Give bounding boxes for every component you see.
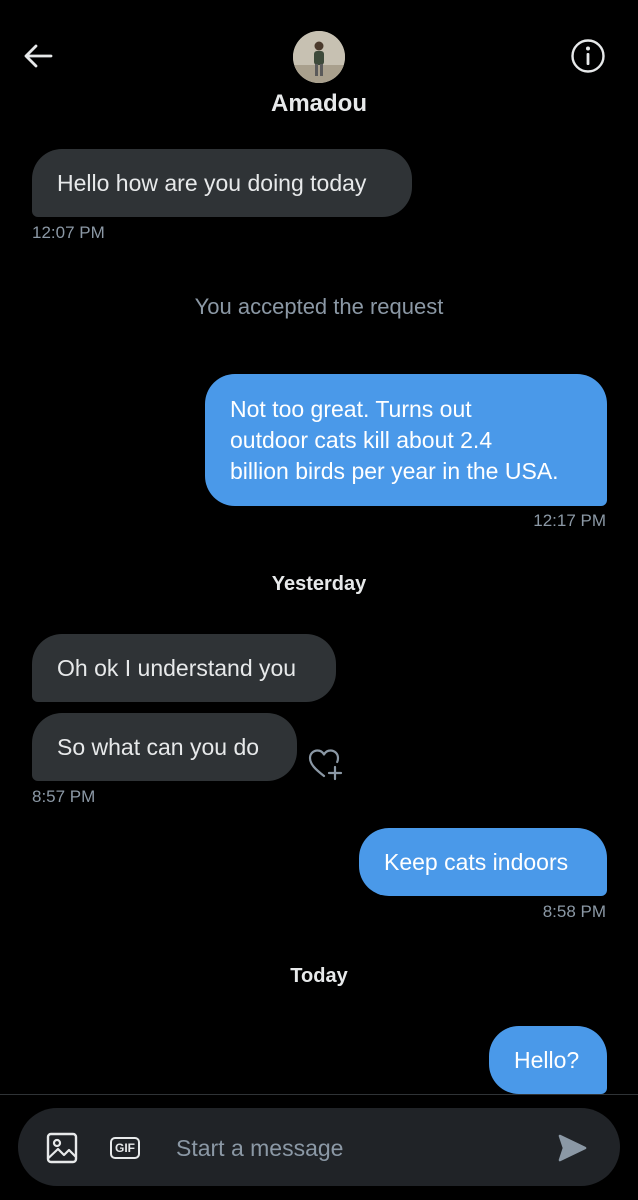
- outgoing-message[interactable]: Keep cats indoors: [359, 828, 607, 896]
- incoming-message[interactable]: Hello how are you doing today: [32, 149, 412, 217]
- outgoing-message[interactable]: Hello?: [489, 1026, 607, 1094]
- outgoing-message[interactable]: Not too great. Turns out outdoor cats ki…: [205, 374, 607, 506]
- message-input[interactable]: [176, 1126, 536, 1170]
- heart-plus-icon: [308, 749, 343, 781]
- conversation-info-button[interactable]: [568, 36, 608, 76]
- request-accepted-note: You accepted the request: [194, 294, 444, 319]
- add-reaction-button[interactable]: [306, 746, 346, 782]
- avatar-photo: [293, 31, 345, 83]
- day-separator: Today: [290, 965, 348, 987]
- add-gif-button[interactable]: GIF: [106, 1130, 144, 1166]
- send-button[interactable]: [552, 1128, 592, 1168]
- incoming-message[interactable]: So what can you do: [32, 713, 297, 781]
- gif-icon: GIF: [110, 1137, 140, 1159]
- message-timestamp: 8:57 PM: [32, 787, 96, 806]
- add-media-button[interactable]: [42, 1128, 82, 1168]
- back-button[interactable]: [18, 36, 58, 76]
- info-icon: [571, 39, 605, 73]
- message-timestamp: 8:58 PM: [542, 902, 606, 921]
- day-separator: Yesterday: [271, 573, 367, 595]
- message-timestamp: 12:07 PM: [32, 223, 105, 242]
- contact-name[interactable]: Amadou: [0, 90, 638, 118]
- send-icon: [558, 1134, 587, 1162]
- image-icon: [46, 1132, 78, 1164]
- message-timestamp: 12:17 PM: [533, 511, 606, 530]
- composer-divider: [0, 1094, 638, 1095]
- arrow-left-icon: [24, 44, 53, 68]
- incoming-message[interactable]: Oh ok I understand you: [32, 634, 336, 702]
- avatar[interactable]: [293, 31, 345, 83]
